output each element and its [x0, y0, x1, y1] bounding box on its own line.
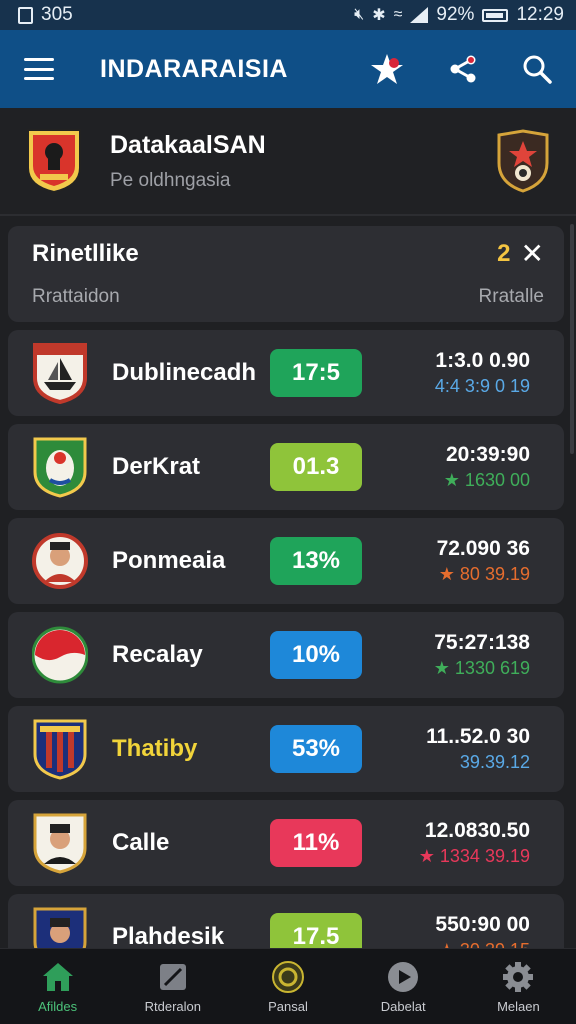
sim-icon [18, 6, 33, 24]
team-name: Calle [112, 829, 170, 856]
red-white-ball-icon [32, 626, 88, 684]
favorite-star-icon[interactable] [370, 52, 404, 86]
filter-title: Rinetllike [32, 240, 139, 267]
filter-card[interactable]: Rinetllike 2 ✕ Rrattaidon Rratalle [8, 226, 564, 322]
team-row[interactable]: Ponmeaia 13% 72.090 36 ★ 80 39.19 [8, 518, 564, 604]
stat-sub: ★ 1334 39.19 [418, 846, 530, 866]
team-name: Dublinecadh [112, 359, 257, 386]
stat-main: 75:27:138 [434, 631, 530, 654]
nav-label: Dabelat [380, 998, 426, 1014]
stat-sub: 39.39.12 [459, 752, 530, 772]
team-name: DerKrat [112, 453, 201, 480]
nav-label: Afildes [38, 998, 78, 1014]
team-name: Thatiby [112, 735, 198, 762]
stat-main: 1:3.0 0.90 [435, 349, 530, 372]
app-bar: INDARARAISIA [0, 30, 576, 108]
nav-item-target[interactable]: Pansal [230, 949, 345, 1024]
rating-pill[interactable]: 53% [270, 725, 362, 773]
bird-crest-icon [33, 437, 87, 498]
team-name: Recalay [112, 641, 203, 668]
league-name: DatakaalSAN [110, 130, 266, 159]
team-row[interactable]: Thatiby 53% 11..52.0 30 39.39.12 [8, 706, 564, 792]
stat-main: 550:90 00 [435, 913, 530, 936]
gear-icon [503, 961, 534, 992]
nav-item-home[interactable]: Afildes [0, 949, 115, 1024]
stat-sub: 4:4 3:9 0 19 [434, 376, 530, 396]
player-avatar-icon [32, 533, 88, 589]
filter-count-badge: 2 [497, 240, 511, 267]
league-header[interactable]: DatakaalSAN Pe oldhngasia [0, 108, 576, 216]
rating-pill[interactable]: 10% [270, 631, 362, 679]
home-icon [42, 962, 73, 991]
share-icon[interactable] [448, 54, 478, 84]
team-list: Dublinecadh 17:5 1:3.0 0.90 4:4 3:9 0 19… [0, 330, 576, 948]
clock: 12:29 [516, 4, 564, 25]
play-icon [388, 961, 419, 992]
edit-icon [159, 963, 186, 990]
rating-pill[interactable]: 17:5 [270, 349, 362, 397]
player-avatar-icon [33, 907, 87, 948]
team-name: Ponmeaia [112, 547, 226, 574]
ship-crest-icon [33, 343, 87, 404]
rating-pill[interactable]: 17.5 [270, 913, 362, 948]
stat-sub: ★ 80 39.19 [438, 564, 530, 584]
nav-label: Pansal [268, 998, 308, 1014]
league-subtitle: Pe oldhngasia [110, 169, 231, 191]
battery-percent: 92% [436, 4, 475, 25]
bluetooth-icon: ✱ [372, 7, 386, 24]
battery-icon [482, 8, 509, 22]
nav-item-edit[interactable]: Rtderalon [115, 949, 230, 1024]
nav-label: Melaen [497, 998, 540, 1014]
stat-sub: ★ 1630 00 [443, 470, 530, 490]
player-avatar-icon [33, 813, 87, 874]
team-row[interactable]: Recalay 10% 75:27:138 ★ 1330 619 [8, 612, 564, 698]
striped-crest-icon [33, 719, 87, 780]
stat-main: 11..52.0 30 [426, 725, 530, 748]
team-name: Plahdesik [112, 923, 225, 948]
team-row[interactable]: Calle 11% 12.0830.50 ★ 1334 39.19 [8, 800, 564, 886]
stat-main: 72.090 36 [436, 537, 530, 560]
nav-item-play[interactable]: Dabelat [346, 949, 461, 1024]
team-row[interactable]: DerKrat 01.3 20:39:90 ★ 1630 00 [8, 424, 564, 510]
nav-item-settings[interactable]: Melaen [461, 949, 576, 1024]
signal-icon [410, 7, 429, 23]
status-bar: 305 🔇︎ ✱ ≈ 92% 12:29 [0, 0, 576, 30]
rating-pill[interactable]: 11% [270, 819, 362, 867]
status-left-text: 305 [41, 4, 73, 25]
search-icon[interactable] [522, 54, 552, 84]
filter-left-label[interactable]: Rrattaidon [32, 286, 120, 308]
wifi-icon: ≈ [393, 6, 403, 23]
stat-sub: ★ 30 39.15 [435, 940, 530, 948]
league-emblem-icon[interactable] [496, 129, 550, 193]
bottom-nav: Afildes Rtderalon Pansal Dabelat Melaen [0, 948, 576, 1024]
team-row[interactable]: Plahdesik 17.5 550:90 00 ★ 30 39.15 [8, 894, 564, 948]
nav-label: Rtderalon [144, 998, 201, 1014]
stat-main: 12.0830.50 [424, 819, 530, 842]
target-icon [272, 960, 304, 993]
menu-icon[interactable] [24, 58, 54, 80]
close-icon[interactable]: ✕ [521, 240, 544, 268]
league-crest-icon [27, 129, 81, 194]
stat-sub: ★ 1330 619 [433, 658, 530, 678]
rating-pill[interactable]: 13% [270, 537, 362, 585]
mute-icon: 🔇︎ [354, 6, 365, 23]
team-row[interactable]: Dublinecadh 17:5 1:3.0 0.90 4:4 3:9 0 19 [8, 330, 564, 416]
app-title: INDARARAISIA [100, 54, 288, 83]
rating-pill[interactable]: 01.3 [270, 443, 362, 491]
filter-right-label[interactable]: Rratalle [479, 286, 544, 308]
stat-main: 20:39:90 [445, 443, 530, 466]
